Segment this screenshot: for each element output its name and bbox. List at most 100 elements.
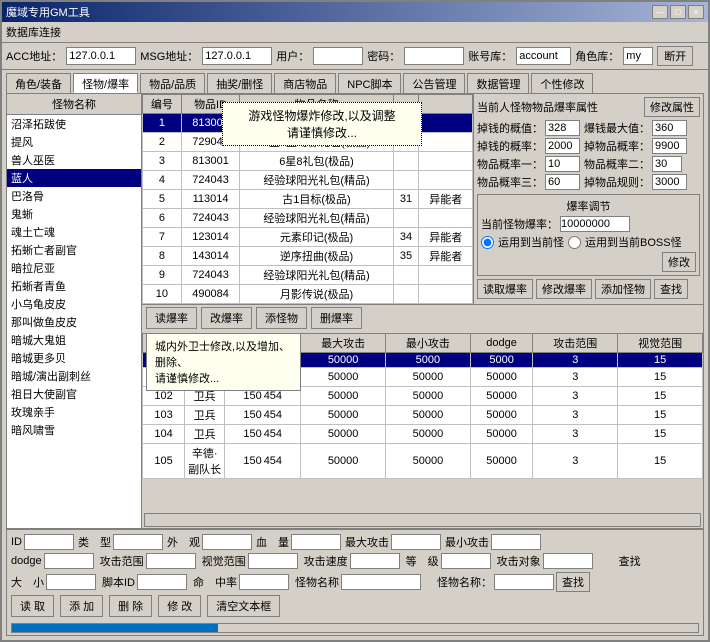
tab-shop-item[interactable]: 商店物品 <box>274 73 336 93</box>
monster-item[interactable]: 沼泽拓跋使 <box>7 115 141 133</box>
monster-item[interactable]: 魂土亡魂 <box>7 223 141 241</box>
account-label: 账号库： <box>468 48 512 64</box>
monster-item[interactable]: 暗风啸雪 <box>7 421 141 439</box>
form-level-input[interactable] <box>441 553 491 569</box>
maximize-button[interactable]: □ <box>670 5 686 19</box>
form-scriptid-input[interactable] <box>137 574 187 590</box>
form-dodge-input[interactable] <box>44 553 94 569</box>
items-table-row[interactable]: 4724043经验球阳光礼包(精品) <box>143 171 473 190</box>
acc-input[interactable] <box>66 47 136 65</box>
tab-npc-script[interactable]: NPC脚本 <box>338 73 401 93</box>
max-money-input[interactable] <box>652 120 687 136</box>
account-input[interactable] <box>516 47 571 65</box>
form-maxatk-input[interactable] <box>391 534 441 550</box>
monster-item[interactable]: 暗城更多贝 <box>7 349 141 367</box>
form-minatk-input[interactable] <box>491 534 541 550</box>
guard-scrollbar-h[interactable] <box>144 513 701 527</box>
read-rate-bottom-btn[interactable]: 读爆率 <box>146 307 197 329</box>
guard-table-row[interactable]: 103卫兵150454500005000050000315 <box>143 406 703 425</box>
monster-item[interactable]: 提风 <box>7 133 141 151</box>
item-rate3-input[interactable] <box>545 174 580 190</box>
monster-item[interactable]: 祖日大使副官 <box>7 385 141 403</box>
apply-current-radio[interactable] <box>481 236 494 249</box>
tab-data-manage[interactable]: 数据管理 <box>467 73 529 93</box>
change-rate-btn[interactable]: 改爆率 <box>201 307 252 329</box>
apply-all-boss-radio[interactable] <box>568 236 581 249</box>
guard-table-row[interactable]: 104卫兵150454500005000050000315 <box>143 425 703 444</box>
tab-personal[interactable]: 个性修改 <box>531 73 593 93</box>
items-table-row[interactable]: 10490084月影传说(极品) <box>143 285 473 304</box>
user-label: 用户： <box>276 48 309 64</box>
monster-item[interactable]: 鬼蜥 <box>7 205 141 223</box>
find-monster-button[interactable]: 查找 <box>556 572 590 592</box>
items-table-row[interactable]: 7123014元素印记(极品)34异能者 <box>143 228 473 247</box>
tab-announce[interactable]: 公告管理 <box>403 73 465 93</box>
find-button[interactable]: 查找 <box>654 279 688 299</box>
bottom-add-button[interactable]: 添 加 <box>60 595 103 617</box>
msg-input[interactable] <box>202 47 272 65</box>
current-rate-input[interactable] <box>560 216 630 232</box>
drop-value-label: 掉钱的概值： <box>477 120 543 136</box>
bottom-clear-button[interactable]: 清空文本框 <box>207 595 280 617</box>
tab-item-quality[interactable]: 物品/品质 <box>140 73 205 93</box>
form-hp-input[interactable] <box>291 534 341 550</box>
form-hitrate-input[interactable] <box>239 574 289 590</box>
monster-item[interactable]: 暗拉尼亚 <box>7 259 141 277</box>
find-monster-input[interactable] <box>494 574 554 590</box>
form-monstername-input[interactable] <box>341 574 421 590</box>
add-monster-button[interactable]: 添加怪物 <box>595 279 651 299</box>
monster-item[interactable]: 小乌龟皮皮 <box>7 295 141 313</box>
items-table-row[interactable]: 1112308415星仙品(极品) <box>143 304 473 305</box>
monster-item[interactable]: 暗城/演出副刺丝 <box>7 367 141 385</box>
monster-list[interactable]: 沼泽拓跋使 提风 兽人巫医 蓝人 巴洛骨 鬼蜥 魂土亡魂 拓蜥亡者副官 暗拉尼亚… <box>7 115 141 528</box>
monster-item[interactable]: 暗城大鬼姐 <box>7 331 141 349</box>
item-rule-input[interactable] <box>652 174 687 190</box>
guard-table-row[interactable]: 105辛德·副队长150454500005000050000315 <box>143 444 703 479</box>
monster-item-selected[interactable]: 蓝人 <box>7 169 141 187</box>
modify-attr-button[interactable]: 修改属性 <box>644 97 700 117</box>
monster-item[interactable]: 那叫做鱼皮皮 <box>7 313 141 331</box>
monster-item[interactable]: 巴洛骨 <box>7 187 141 205</box>
delete-rate-btn[interactable]: 删爆率 <box>311 307 362 329</box>
close-button[interactable]: × <box>688 5 704 19</box>
add-monster-bottom-btn[interactable]: 添怪物 <box>256 307 307 329</box>
form-type-input[interactable] <box>113 534 163 550</box>
items-table-row[interactable]: 5113014古1目标(极品)31异能者 <box>143 190 473 209</box>
monster-item[interactable]: 玫瑰亲手 <box>7 403 141 421</box>
form-size-input[interactable] <box>46 574 96 590</box>
monster-item[interactable]: 兽人巫医 <box>7 151 141 169</box>
monster-item[interactable]: 拓蜥亡者副官 <box>7 241 141 259</box>
bottom-modify-button[interactable]: 修 改 <box>158 595 201 617</box>
items-table-row[interactable]: 6724043经验球阳光礼包(精品) <box>143 209 473 228</box>
form-atkrange-input[interactable] <box>146 553 196 569</box>
rate-modify-button[interactable]: 修改 <box>662 252 696 272</box>
form-appearance-input[interactable] <box>202 534 252 550</box>
bottom-read-button[interactable]: 读 取 <box>11 595 54 617</box>
minimize-button[interactable]: — <box>652 5 668 19</box>
pw-input[interactable] <box>404 47 464 65</box>
drop-rate-input[interactable] <box>545 138 580 154</box>
read-rate-button[interactable]: 读取爆率 <box>477 279 533 299</box>
form-id-input[interactable] <box>24 534 74 550</box>
drop-value-input[interactable] <box>545 120 580 136</box>
items-table-row[interactable]: 8143014逆序扭曲(极品)35异能者 <box>143 247 473 266</box>
bottom-delete-button[interactable]: 删 除 <box>109 595 152 617</box>
role-input[interactable] <box>623 47 653 65</box>
monster-item[interactable]: 拓蜥者青鱼 <box>7 277 141 295</box>
tab-monster-rate[interactable]: 怪物/爆率 <box>73 73 138 93</box>
items-table-row[interactable]: 38130016星8礼包(极品) <box>143 152 473 171</box>
form-size-label: 大 小 <box>11 574 44 590</box>
disconnect-button[interactable]: 断开 <box>657 46 693 66</box>
user-input[interactable] <box>313 47 363 65</box>
tab-lottery-del[interactable]: 抽奖/删怪 <box>207 73 272 93</box>
item-rate2-input[interactable] <box>652 156 682 172</box>
form-atktarget-input[interactable] <box>543 553 593 569</box>
items-table-row[interactable]: 9724043经验球阳光礼包(精品) <box>143 266 473 285</box>
drop-item-rate-input[interactable] <box>652 138 687 154</box>
menu-item-db[interactable]: 数据库连接 <box>6 27 61 39</box>
form-atkspeed-input[interactable] <box>350 553 400 569</box>
tab-role-equip[interactable]: 角色/装备 <box>6 73 71 93</box>
modify-rate-button[interactable]: 修改爆率 <box>536 279 592 299</box>
form-viewrange-input[interactable] <box>248 553 298 569</box>
item-rate1-input[interactable] <box>545 156 580 172</box>
